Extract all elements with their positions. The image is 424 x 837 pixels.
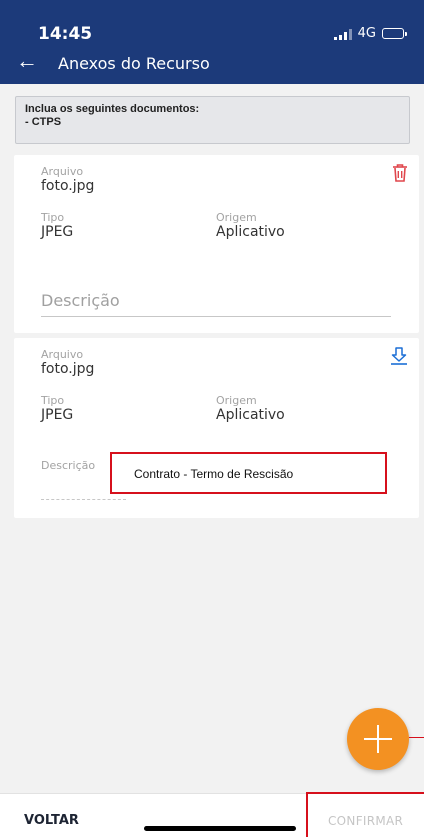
trash-icon[interactable] bbox=[391, 163, 409, 188]
file-value: foto.jpg bbox=[41, 361, 95, 377]
status-indicators: 4G bbox=[333, 26, 407, 41]
app-header: 14:45 4G ← Anexos do Recurso bbox=[0, 0, 424, 84]
description-label: Descrição bbox=[41, 459, 96, 472]
origin-label: Origem bbox=[216, 211, 257, 224]
origin-value: Aplicativo bbox=[216, 407, 285, 423]
type-label: Tipo bbox=[41, 211, 65, 224]
page-title: Anexos do Recurso bbox=[58, 54, 210, 73]
confirm-button[interactable]: CONFIRMAR bbox=[306, 792, 424, 837]
attachment-card: Arquivo foto.jpg Tipo JPEG Origem Aplica… bbox=[14, 155, 419, 333]
status-time: 14:45 bbox=[38, 24, 93, 44]
back-button[interactable]: VOLTAR bbox=[24, 813, 79, 828]
origin-label: Origem bbox=[216, 394, 257, 407]
add-attachment-button[interactable] bbox=[347, 708, 409, 770]
home-indicator bbox=[144, 826, 296, 831]
required-documents-notice: Inclua os seguintes documentos: - CTPS bbox=[15, 96, 410, 144]
back-arrow-icon[interactable]: ← bbox=[16, 50, 38, 72]
download-icon[interactable] bbox=[389, 346, 409, 371]
description-underline bbox=[41, 499, 126, 500]
battery-icon bbox=[382, 28, 407, 39]
description-field[interactable]: Contrato - Termo de Rescisão bbox=[110, 452, 387, 494]
type-label: Tipo bbox=[41, 394, 65, 407]
description-input[interactable] bbox=[41, 285, 391, 317]
file-value: foto.jpg bbox=[41, 178, 95, 194]
notice-document-item: - CTPS bbox=[25, 116, 62, 128]
notice-text: Inclua os seguintes documentos: bbox=[25, 103, 200, 115]
file-label: Arquivo bbox=[41, 348, 84, 361]
network-label: 4G bbox=[357, 26, 376, 41]
type-value: JPEG bbox=[41, 224, 74, 240]
type-value: JPEG bbox=[41, 407, 74, 423]
highlight-pointer bbox=[409, 737, 424, 738]
origin-value: Aplicativo bbox=[216, 224, 285, 240]
file-label: Arquivo bbox=[41, 165, 84, 178]
signal-icon bbox=[333, 28, 352, 40]
